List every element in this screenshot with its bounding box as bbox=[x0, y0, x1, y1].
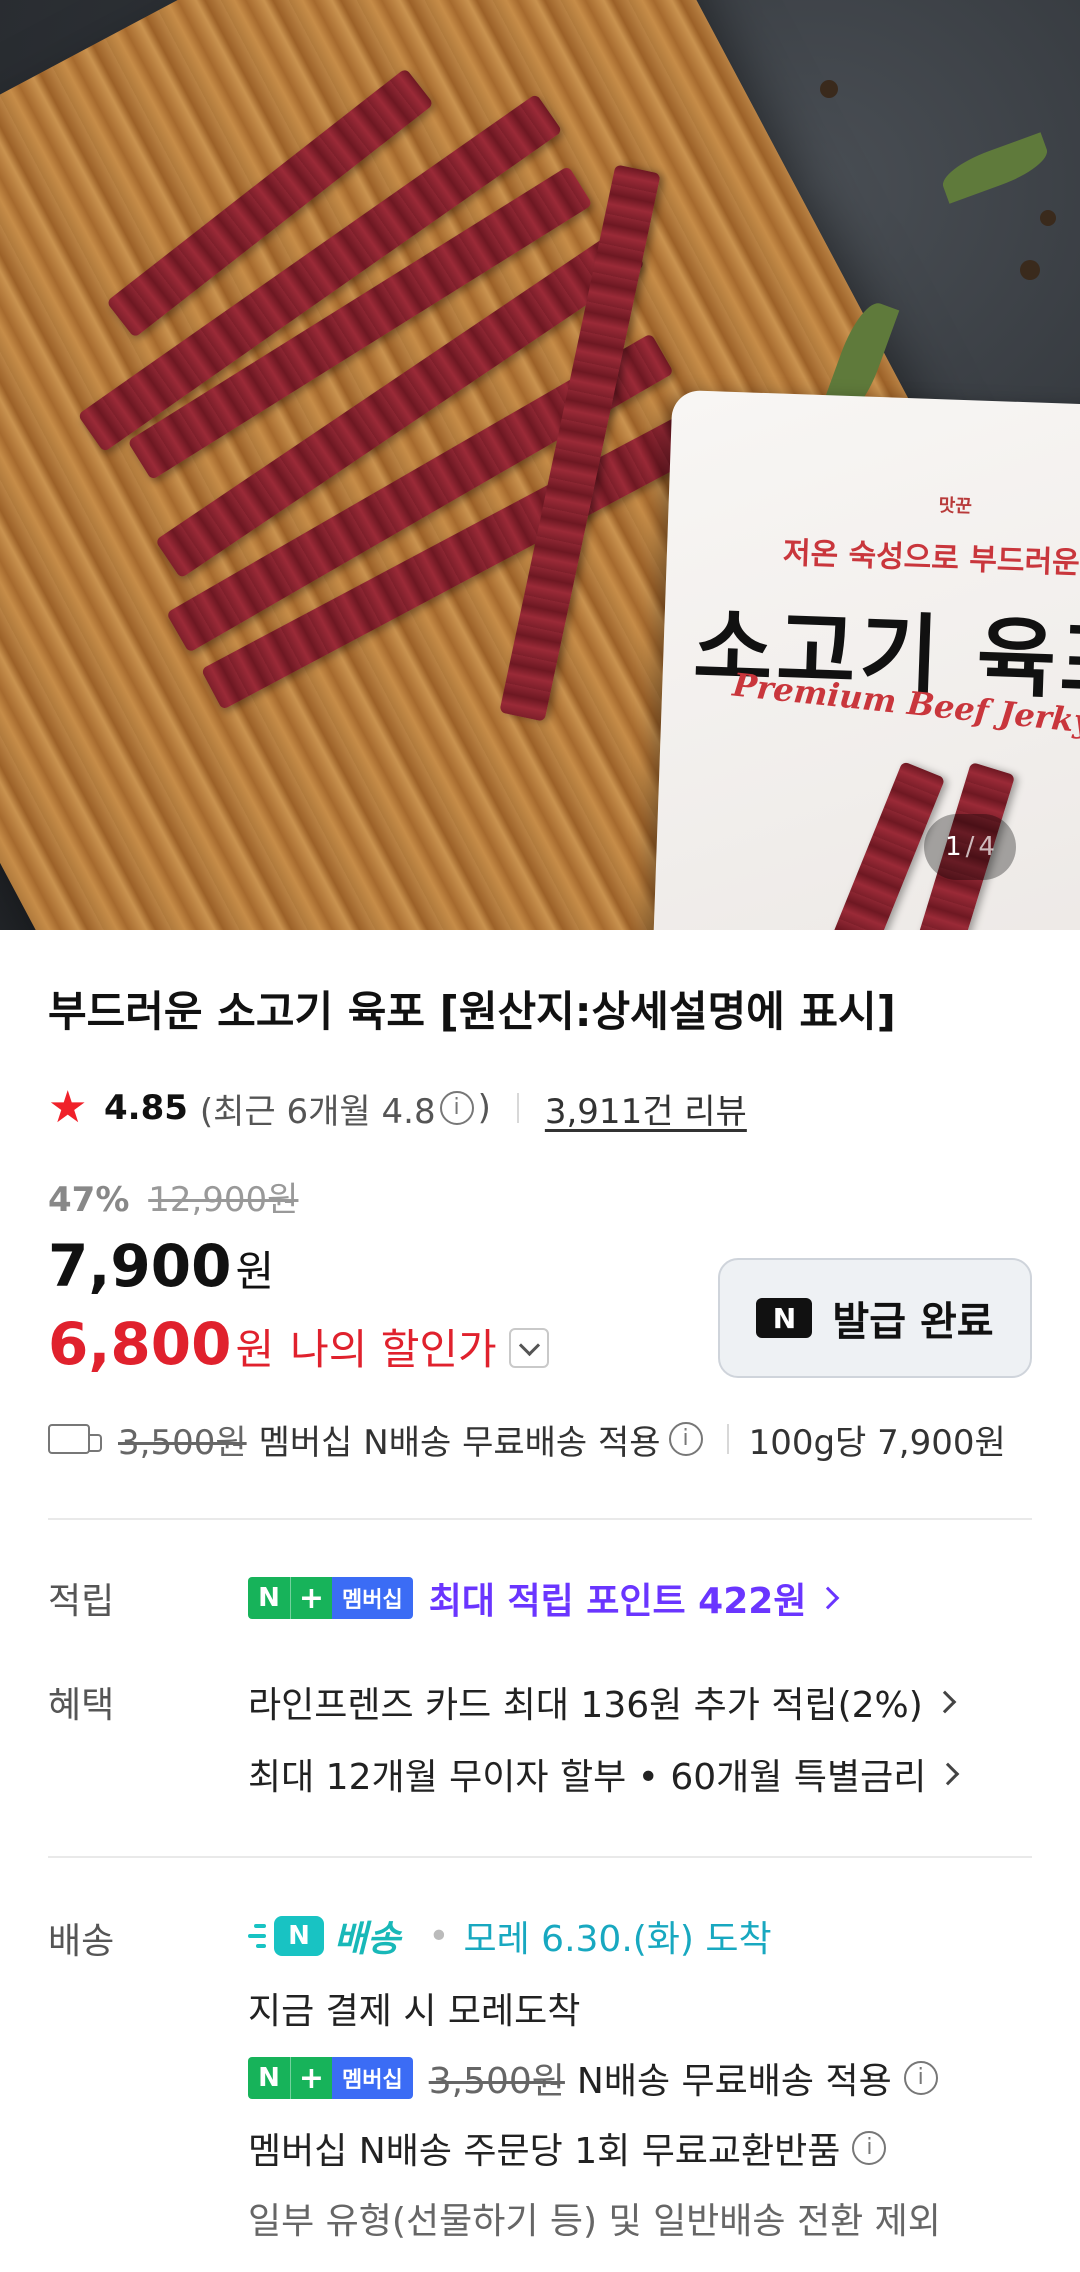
delivery-label: 배송 bbox=[48, 1921, 115, 1962]
herb-leaf-image bbox=[937, 132, 1053, 204]
sale-price-value: 7,900 bbox=[48, 1232, 232, 1300]
pager-separator: / bbox=[965, 832, 975, 862]
original-price: 12,900원 bbox=[148, 1180, 299, 1220]
unit-price: 100g당 7,900원 bbox=[748, 1422, 1006, 1463]
section-divider bbox=[48, 1856, 1032, 1858]
benefit-installment-text: 최대 12개월 무이자 할부 • 60개월 특별금리 bbox=[248, 1757, 927, 1798]
discount-percent: 47% bbox=[48, 1180, 130, 1220]
my-price-unit: 원 bbox=[235, 1325, 275, 1374]
sale-price: 7,900원 bbox=[48, 1232, 274, 1300]
coupon-button-label: 발급 완료 bbox=[832, 1299, 994, 1345]
image-pager: 1 / 4 bbox=[924, 814, 1016, 880]
benefit-card-row[interactable]: 라인프렌즈 카드 최대 136원 추가 적립(2%) bbox=[248, 1676, 957, 1728]
info-icon[interactable]: i bbox=[439, 1091, 474, 1125]
n-delivery-logo: N 배송 bbox=[248, 1910, 400, 1962]
n-delivery-n: N bbox=[274, 1916, 324, 1956]
peppercorn-image bbox=[820, 80, 838, 98]
delivery-fee-note: N배송 무료배송 적용 bbox=[576, 2061, 892, 2102]
delivery-exchange-text: 멤버십 N배송 주문당 1회 무료교환반품 bbox=[248, 2131, 841, 2172]
peppercorn-image bbox=[1020, 260, 1040, 280]
divider bbox=[726, 1424, 729, 1454]
delivery-line2: 지금 결제 시 모레도착 bbox=[248, 1982, 580, 2034]
delivery-fee-row: N + 멤버십 3,500원 N배송 무료배송 적용 i bbox=[248, 2052, 942, 2104]
delivery-arrival-row: N 배송 • 모레 6.30.(화) 도착 bbox=[248, 1910, 772, 1962]
info-icon[interactable]: i bbox=[852, 2131, 887, 2165]
my-discount-price: 6,800 원 나의 할인가 bbox=[48, 1310, 549, 1378]
membership-badge: N + 멤버십 bbox=[248, 1577, 413, 1619]
product-image-carousel[interactable]: 맛꾼 저온 숙성으로 부드러운 소고기 육포 Premium Beef Jerk… bbox=[0, 0, 1080, 930]
separator-dot: • bbox=[428, 1915, 450, 1957]
pager-current: 1 bbox=[945, 832, 962, 862]
membership-text: 멤버십 bbox=[332, 2057, 413, 2099]
info-icon[interactable]: i bbox=[903, 2061, 938, 2095]
pouch-brand: 맛꾼 bbox=[938, 495, 973, 518]
rating-row: ★ 4.85 (최근 6개월 4.8 i ) 3,911건 리뷰 bbox=[48, 1082, 747, 1134]
rating-score: 4.85 bbox=[104, 1088, 188, 1128]
membership-n: N bbox=[248, 1577, 290, 1619]
product-title: 부드러운 소고기 육포 [원산지:상세설명에 표시] bbox=[48, 987, 896, 1036]
shipping-fee: 3,500원 bbox=[118, 1422, 247, 1463]
arrival-date: 모레 6.30.(화) 도착 bbox=[463, 1919, 772, 1960]
membership-plus: + bbox=[290, 1577, 332, 1619]
my-price-label: 나의 할인가 bbox=[290, 1325, 497, 1374]
delivery-exclusion-text: 일부 유형(선물하기 등) 및 일반배송 전환 제외 bbox=[248, 2201, 941, 2242]
delivery-exchange-row: 멤버십 N배송 주문당 1회 무료교환반품 i bbox=[248, 2122, 890, 2174]
benefits-label: 혜택 bbox=[48, 1685, 115, 1726]
speed-lines-icon bbox=[248, 1921, 266, 1951]
benefit-card-text: 라인프렌즈 카드 최대 136원 추가 적립(2%) bbox=[248, 1685, 923, 1726]
reviews-link[interactable]: 3,911건 리뷰 bbox=[545, 1084, 747, 1133]
divider bbox=[516, 1093, 519, 1123]
sale-price-unit: 원 bbox=[235, 1247, 275, 1296]
discount-row: 47% 12,900원 bbox=[48, 1172, 298, 1221]
n-delivery-text: 배송 bbox=[334, 1919, 401, 1960]
coupon-issued-button[interactable]: N 발급 완료 bbox=[718, 1258, 1032, 1378]
membership-text: 멤버십 bbox=[332, 1577, 413, 1619]
chevron-down-icon[interactable] bbox=[508, 1328, 549, 1368]
truck-icon bbox=[48, 1424, 102, 1454]
star-icon: ★ bbox=[48, 1082, 88, 1133]
points-row[interactable]: N + 멤버십 최대 적립 포인트 422원 bbox=[248, 1572, 840, 1624]
peppercorn-image bbox=[1040, 210, 1056, 226]
points-label: 적립 bbox=[48, 1581, 115, 1622]
benefit-installment-row[interactable]: 최대 12개월 무이자 할부 • 60개월 특별금리 bbox=[248, 1748, 960, 1800]
shipping-summary: 3,500원 멤버십 N배송 무료배송 적용 i 100g당 7,900원 bbox=[48, 1414, 1006, 1464]
delivery-fee: 3,500원 bbox=[428, 2061, 565, 2102]
shipping-note: 멤버십 N배송 무료배송 적용 bbox=[258, 1422, 661, 1463]
chevron-right-icon bbox=[933, 1690, 957, 1714]
chevron-right-icon bbox=[817, 1586, 840, 1610]
membership-badge: N + 멤버십 bbox=[248, 2057, 413, 2099]
chevron-right-icon bbox=[936, 1762, 960, 1786]
membership-n: N bbox=[248, 2057, 290, 2099]
pouch-tagline: 저온 숙성으로 부드러운 bbox=[782, 535, 1080, 582]
section-divider bbox=[48, 1518, 1032, 1520]
naver-n-icon: N bbox=[756, 1298, 813, 1338]
info-icon[interactable]: i bbox=[668, 1422, 703, 1456]
pager-total: 4 bbox=[978, 832, 995, 862]
membership-plus: + bbox=[290, 2057, 332, 2099]
recent-rating-close: ) bbox=[477, 1088, 491, 1128]
my-price-value: 6,800 bbox=[48, 1310, 232, 1378]
delivery-exclusion-row: 일부 유형(선물하기 등) 및 일반배송 전환 제외 bbox=[248, 2192, 941, 2244]
recent-rating: (최근 6개월 4.8 bbox=[199, 1091, 436, 1132]
points-text: 최대 적립 포인트 422원 bbox=[428, 1581, 807, 1622]
delivery-pay-now-text: 지금 결제 시 모레도착 bbox=[248, 1991, 581, 2032]
